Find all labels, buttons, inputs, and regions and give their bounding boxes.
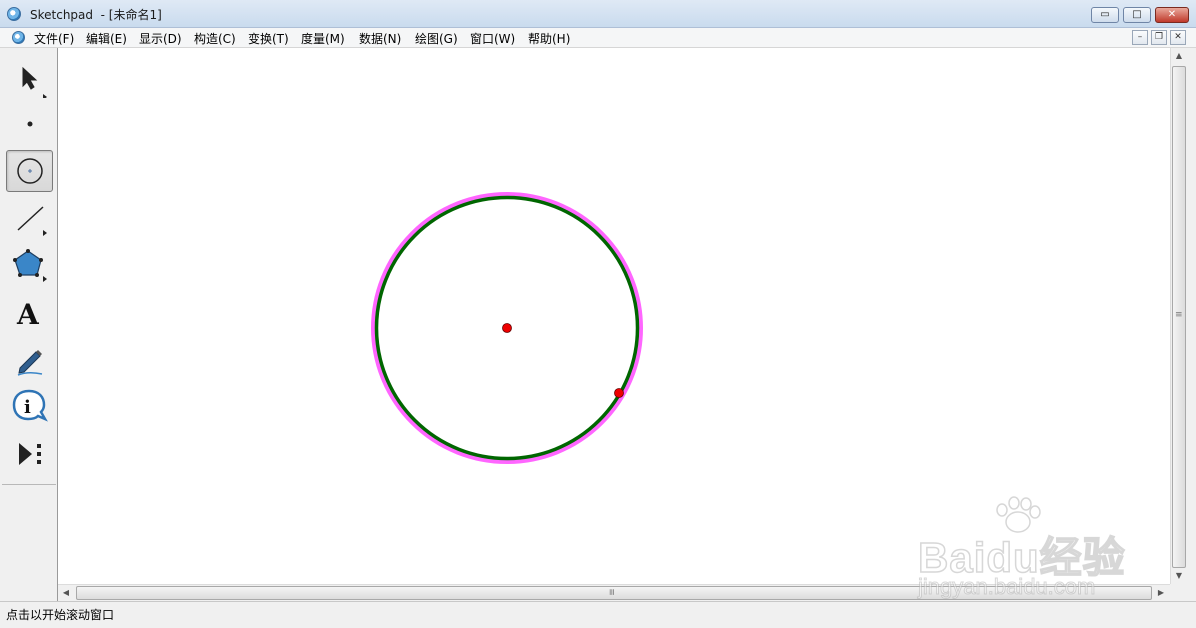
selection-arrow-tool[interactable] (6, 56, 53, 98)
toolbox: A i (0, 48, 58, 601)
circle-icon (17, 158, 43, 184)
menu-construct[interactable]: 构造(C) (194, 30, 236, 47)
menu-bar: 文件(F) 编辑(E) 显示(D) 构造(C) 变换(T) 度量(M) 数据(N… (0, 28, 1196, 48)
point-icon (27, 121, 33, 127)
watermark: Baidu经验 jingyan.baidu.com (917, 496, 1148, 600)
title-bar: Sketchpad - [未命名1] ▭ □ ✕ (0, 0, 1196, 28)
scroll-left-icon[interactable]: ◀ (58, 585, 74, 601)
document-restore-button[interactable]: ❐ (1151, 30, 1167, 45)
text-tool[interactable]: A (6, 291, 53, 333)
segment-icon (17, 206, 47, 236)
watermark-url: jingyan.baidu.com (917, 574, 1096, 600)
pentagon-icon (13, 249, 47, 282)
custom-tools-icon (19, 443, 41, 465)
menu-display[interactable]: 显示(D) (139, 30, 182, 47)
menu-transform[interactable]: 变换(T) (248, 30, 289, 47)
scroll-down-icon[interactable]: ▼ (1171, 568, 1187, 584)
scroll-right-icon[interactable]: ▶ (1153, 585, 1169, 601)
info-icon: i (12, 389, 48, 422)
menu-file[interactable]: 文件(F) (34, 30, 74, 47)
menu-data[interactable]: 数据(N) (359, 30, 401, 47)
scrollbar-corner (1170, 584, 1187, 601)
information-tool[interactable]: i (6, 385, 53, 427)
text-a-icon: A (16, 298, 40, 331)
menu-edit[interactable]: 编辑(E) (86, 30, 127, 47)
status-bar: 点击以开始滚动窗口 (0, 601, 1196, 628)
compass-tool[interactable] (6, 150, 53, 192)
arrow-icon (22, 66, 47, 98)
minimize-button[interactable]: ▭ (1091, 7, 1119, 23)
grip-icon: ≡ (1175, 310, 1183, 320)
vertical-scroll-thumb[interactable]: ≡ (1172, 66, 1186, 568)
status-text: 点击以开始滚动窗口 (6, 608, 115, 622)
point-tool[interactable] (6, 103, 53, 145)
document-icon[interactable] (12, 31, 25, 44)
document-minimize-button[interactable]: – (1132, 30, 1148, 45)
center-point[interactable] (502, 323, 512, 333)
polygon-tool[interactable] (6, 244, 53, 286)
grip-icon: ≡ (605, 588, 616, 596)
custom-tool[interactable] (6, 432, 53, 474)
menu-graph[interactable]: 绘图(G) (415, 30, 458, 47)
maximize-button[interactable]: □ (1123, 7, 1151, 23)
menu-window[interactable]: 窗口(W) (470, 30, 515, 47)
straightedge-tool[interactable] (6, 197, 53, 239)
pen-icon (17, 350, 43, 376)
sketchpad-app-icon[interactable] (7, 7, 21, 21)
radius-point[interactable] (614, 388, 624, 398)
menu-measure[interactable]: 度量(M) (301, 30, 345, 47)
toolbox-divider (2, 484, 56, 485)
scroll-up-icon[interactable]: ▲ (1171, 48, 1187, 64)
document-close-button[interactable]: ✕ (1170, 30, 1186, 45)
svg-text:A: A (16, 298, 40, 331)
close-button[interactable]: ✕ (1155, 7, 1189, 23)
menu-help[interactable]: 帮助(H) (528, 30, 570, 47)
window-title: Sketchpad - [未命名1] (30, 8, 162, 22)
marker-tool[interactable] (6, 338, 53, 380)
svg-text:i: i (24, 397, 31, 418)
